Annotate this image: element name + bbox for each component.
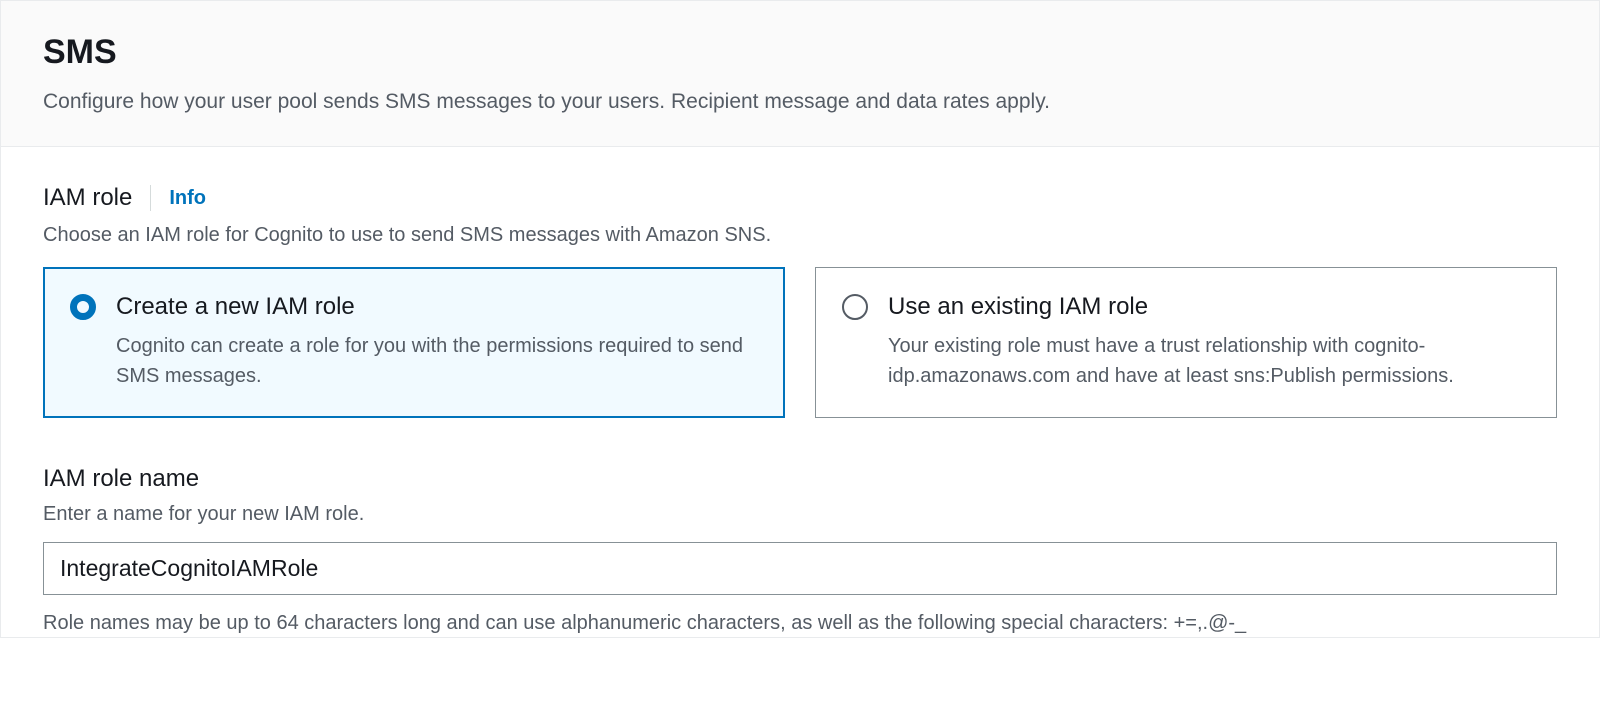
panel-header: SMS Configure how your user pool sends S… <box>1 1 1599 147</box>
iam-role-name-heading: IAM role name <box>43 462 1557 496</box>
option-description: Cognito can create a role for you with t… <box>116 331 758 391</box>
option-description: Your existing role must have a trust rel… <box>888 331 1530 391</box>
panel-subtitle: Configure how your user pool sends SMS m… <box>43 87 1557 116</box>
info-link[interactable]: Info <box>169 184 206 212</box>
option-use-existing-iam-role[interactable]: Use an existing IAM role Your existing r… <box>815 267 1557 419</box>
iam-role-name-input[interactable] <box>43 542 1557 595</box>
heading-divider <box>150 185 151 211</box>
radio-icon <box>842 294 868 320</box>
iam-role-name-section: IAM role name Enter a name for your new … <box>43 462 1557 637</box>
iam-role-options: Create a new IAM role Cognito can create… <box>43 267 1557 419</box>
iam-role-heading-row: IAM role Info <box>43 181 1557 215</box>
iam-role-help: Choose an IAM role for Cognito to use to… <box>43 221 1557 249</box>
panel-title: SMS <box>43 29 1557 77</box>
option-title: Use an existing IAM role <box>888 290 1530 324</box>
iam-role-name-help: Enter a name for your new IAM role. <box>43 500 1557 528</box>
iam-role-heading: IAM role <box>43 181 132 215</box>
iam-role-name-hint: Role names may be up to 64 characters lo… <box>43 609 1557 637</box>
panel-body: IAM role Info Choose an IAM role for Cog… <box>1 147 1599 637</box>
sms-panel: SMS Configure how your user pool sends S… <box>0 0 1600 638</box>
option-create-new-iam-role[interactable]: Create a new IAM role Cognito can create… <box>43 267 785 419</box>
radio-icon <box>70 294 96 320</box>
option-title: Create a new IAM role <box>116 290 758 324</box>
